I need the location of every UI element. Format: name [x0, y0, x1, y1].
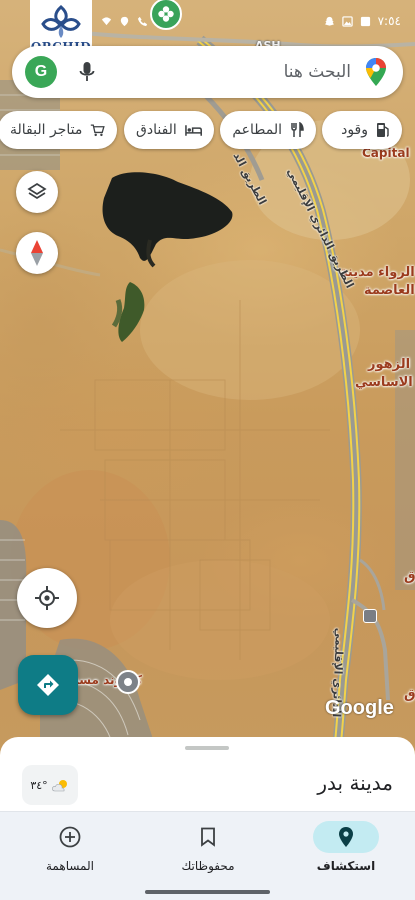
- location-pin-icon: [339, 827, 353, 847]
- directions-button[interactable]: [18, 655, 78, 715]
- gallery-icon: [341, 15, 353, 27]
- fuel-icon: [377, 123, 389, 137]
- add-circle-icon: [59, 826, 81, 848]
- google-maps-pin-icon: [366, 58, 386, 86]
- nav-saved-label: محفوظاتك: [181, 859, 235, 873]
- weather-chip[interactable]: ٣٤°: [22, 765, 78, 805]
- map-label-rowaa-2: العاصمة: [364, 283, 415, 298]
- snapchat-icon: [324, 16, 334, 26]
- status-right: ٧:٥٤: [324, 14, 401, 28]
- chip-grocery-label: متاجر البقالة: [10, 122, 83, 138]
- my-location-button[interactable]: [17, 568, 77, 628]
- place-marker-dot-icon: [124, 678, 132, 686]
- microphone-icon[interactable]: [79, 61, 95, 83]
- place-marker[interactable]: [116, 670, 140, 694]
- hotel-icon: [185, 125, 202, 136]
- layers-icon: [27, 182, 47, 200]
- status-clock: ٧:٥٤: [377, 14, 401, 28]
- notification-box-icon: [360, 16, 370, 26]
- search-row: البحث هنا: [57, 61, 365, 83]
- map-label-zohour-1: الزهور: [368, 357, 411, 372]
- grocery-cart-icon: [91, 124, 105, 137]
- compass-button[interactable]: [16, 232, 58, 274]
- nav-contribute-indicator: [37, 821, 103, 853]
- chip-fuel[interactable]: وقود: [322, 111, 402, 149]
- nav-contribute[interactable]: المساهمة: [1, 812, 139, 882]
- layers-button[interactable]: [16, 171, 58, 213]
- nav-saved-indicator: [175, 821, 241, 853]
- my-location-icon: [35, 586, 59, 610]
- chip-hotels[interactable]: الفنادق: [124, 111, 214, 149]
- nav-explore-label: استكشاف: [316, 859, 376, 873]
- account-avatar[interactable]: G: [25, 56, 57, 88]
- compass-icon: [31, 240, 43, 266]
- map-label-zohour-2: م الاساسي: [355, 375, 415, 390]
- nav-saved[interactable]: محفوظاتك: [139, 812, 277, 882]
- chip-restaurants-label: المطاعم: [232, 122, 282, 138]
- chip-grocery[interactable]: متاجر البقالة: [0, 111, 117, 149]
- temperature: ٣٤°: [30, 778, 48, 792]
- map-poi-pin[interactable]: [363, 609, 377, 623]
- wifi-icon: [101, 16, 112, 25]
- sheet-drag-handle[interactable]: [185, 746, 229, 750]
- chip-hotels-label: الفنادق: [136, 122, 177, 138]
- bottom-sheet[interactable]: مدينة بدر ٣٤°: [0, 737, 415, 817]
- bookmark-icon: [201, 827, 215, 847]
- restaurant-icon: [291, 122, 304, 137]
- category-chips: وقود المطاعم الفنادق متاجر البقالة: [0, 111, 415, 149]
- map-label-right-edge-2: ق: [404, 687, 415, 702]
- nav-contribute-label: المساهمة: [46, 859, 94, 873]
- location-status-icon: [120, 16, 129, 26]
- orchid-flower-icon: [41, 5, 81, 38]
- nav-explore[interactable]: استكشاف: [277, 812, 415, 882]
- search-bar[interactable]: G البحث هنا: [12, 46, 403, 98]
- google-watermark: Google: [325, 697, 394, 719]
- search-input[interactable]: البحث هنا: [95, 62, 365, 82]
- chip-restaurants[interactable]: المطاعم: [220, 111, 316, 149]
- map-label-right-edge: ق: [404, 569, 415, 584]
- clover-icon: [158, 6, 174, 22]
- nav-explore-indicator: [313, 821, 379, 853]
- gesture-navigation-bar[interactable]: [145, 890, 270, 894]
- partly-cloudy-icon: [51, 780, 67, 792]
- bottom-navigation: استكشاف محفوظاتك المساهمة: [0, 811, 415, 900]
- call-status-icon: [137, 16, 148, 26]
- directions-icon: [37, 674, 59, 696]
- chip-fuel-label: وقود: [341, 122, 368, 138]
- place-name: مدينة بدر: [317, 771, 393, 795]
